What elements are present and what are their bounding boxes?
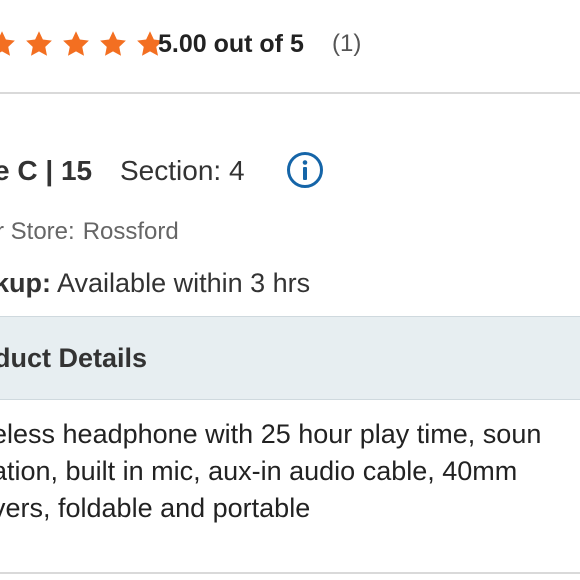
- star-icon: [61, 29, 91, 59]
- review-count-link[interactable]: (1): [332, 28, 361, 60]
- pickup-row: kup: Available within 3 hrs: [0, 266, 310, 300]
- product-details-header[interactable]: duct Details: [0, 316, 580, 400]
- star-icon: [0, 29, 17, 59]
- info-circle-icon[interactable]: [286, 151, 324, 189]
- pickup-availability: Available within 3 hrs: [51, 268, 311, 298]
- product-details-title: duct Details: [0, 343, 148, 373]
- description-line: vers, foldable and portable: [0, 493, 311, 523]
- pickup-label: kup:: [0, 268, 51, 298]
- section-location: Section: 4: [120, 155, 245, 186]
- aisle-location: e C | 15: [0, 155, 93, 186]
- rating-summary: 5.00 out of 5: [158, 30, 304, 58]
- store-label: r Store:: [0, 218, 75, 245]
- divider: [0, 572, 580, 574]
- star-icon: [24, 29, 54, 59]
- description-line: ation, built in mic, aux-in audio cable,…: [0, 456, 518, 486]
- product-description: eless headphone with 25 hour play time, …: [0, 416, 580, 527]
- star-rating: [0, 28, 172, 60]
- star-icon: [98, 29, 128, 59]
- store-row: r Store: Rossford: [0, 216, 179, 248]
- rating-row: 5.00 out of 5 (1): [0, 0, 580, 94]
- description-line: eless headphone with 25 hour play time, …: [0, 419, 542, 449]
- store-name: Rossford: [82, 218, 179, 245]
